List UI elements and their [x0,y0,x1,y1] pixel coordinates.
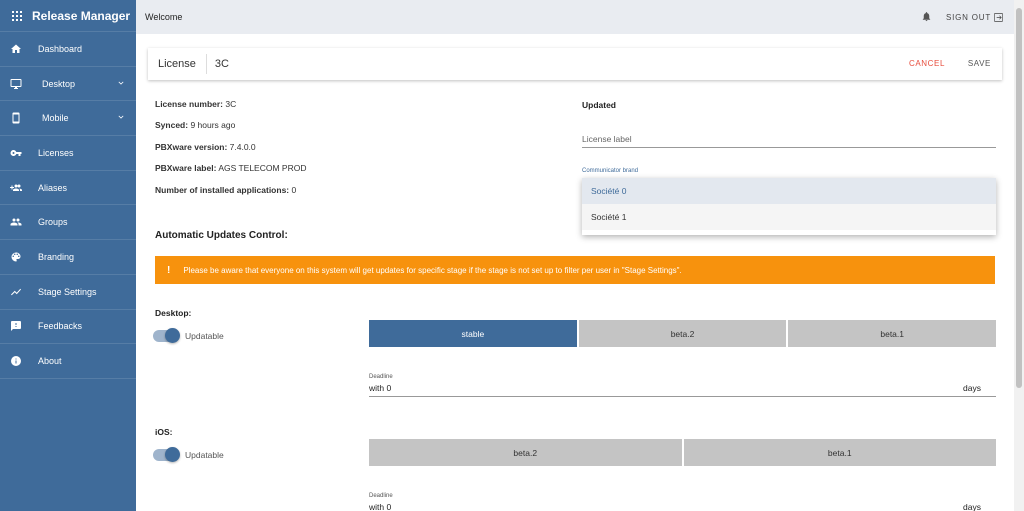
sidebar-item-label: Branding [38,251,75,262]
ios-stage-selector: beta.2 beta.1 [369,439,996,466]
sidebar-item-label: Licenses [38,147,74,158]
feedback-icon [9,319,23,333]
warning-text: Please be aware that everyone on this sy… [183,265,682,275]
deadline-unit: days [963,383,981,393]
deadline-value: with 0 [369,502,392,511]
sidebar-item-label: Aliases [38,182,68,193]
palette-icon [9,250,23,264]
trending-icon [9,285,23,299]
license-header-card: License 3C CANCEL SAVE [148,48,1002,80]
page-scrollbar[interactable] [1014,0,1024,511]
license-number-row: License number: 3C [155,99,236,109]
ios-updatable-toggle[interactable]: Updatable [153,447,224,462]
sign-out-button[interactable]: SIGN OUT [946,0,1004,34]
updated-label: Updated [582,100,616,110]
app-title: Release Manager [32,8,131,23]
communicator-brand-label: Communicator brand [582,168,639,174]
chevron-down-icon[interactable] [116,78,126,90]
sidebar-item-label: About [38,356,62,367]
brand-option[interactable]: Société 0 [582,178,996,204]
synced-row: Synced: 9 hours ago [155,120,235,130]
info-icon [9,354,23,368]
sidebar-item-label: Dashboard [38,43,83,54]
header-value: 3C [214,58,229,70]
stage-button-beta-2[interactable]: beta.2 [369,439,682,466]
sidebar-item-desktop[interactable]: Desktop [0,67,136,102]
stage-button-beta-2[interactable]: beta.2 [578,320,787,347]
monitor-icon [9,77,23,91]
pbx-label-value: AGS TELECOM PROD [216,163,307,173]
desktop-deadline-field[interactable]: with 0 days [369,383,996,397]
sidebar-item-groups[interactable]: Groups [0,205,136,241]
apps-grid-icon [12,10,22,21]
sidebar-item-licenses[interactable]: Licenses [0,136,136,171]
license-number-value: 3C [223,99,237,109]
app-brand[interactable]: Release Manager [0,0,136,32]
desktop-updatable-toggle[interactable]: Updatable [153,328,224,343]
stage-button-stable[interactable]: stable [369,320,577,347]
sidebar: Release Manager Dashboard Desktop Mobile… [0,0,136,511]
stage-button-beta-1[interactable]: beta.1 [683,439,996,466]
pbx-version-label: PBXware version: [155,142,228,152]
sign-out-label: SIGN OUT [946,12,992,22]
synced-value: 9 hours ago [188,120,236,130]
desktop-stage-selector: stable beta.2 beta.1 [369,320,997,347]
chevron-down-icon[interactable] [116,112,126,124]
toggle-label: Updatable [185,450,224,460]
exit-icon [994,12,1004,22]
main-content: License 3C CANCEL SAVE License number: 3… [136,34,1014,511]
toggle-switch[interactable] [153,447,180,462]
sidebar-item-label: Desktop [42,78,76,89]
key-icon [9,146,23,160]
sidebar-item-branding[interactable]: Branding [0,240,136,275]
pbx-label-row: PBXware label: AGS TELECOM PROD [155,163,306,173]
pbx-label-label: PBXware label: [155,163,217,173]
desktop-deadline-label: Deadline [369,374,393,380]
sidebar-item-label: Mobile [42,113,69,124]
installed-apps-label: Number of installed applications: [155,185,290,195]
toggle-switch[interactable] [153,328,180,343]
sidebar-item-stage-settings[interactable]: Stage Settings [0,275,136,310]
header-label: License [148,54,207,74]
sidebar-item-mobile[interactable]: Mobile [0,101,136,137]
ios-deadline-label: Deadline [369,493,393,499]
ios-label: iOS: [155,427,173,437]
toggle-label: Updatable [185,331,224,341]
license-label-field[interactable]: License label [582,134,996,148]
sidebar-item-label: Feedbacks [38,321,83,332]
license-number-label: License number: [155,99,224,109]
top-bar: Welcome SIGN OUT [136,0,1014,34]
people-icon [9,215,23,229]
save-button[interactable]: SAVE [968,59,991,68]
stage-button-beta-1[interactable]: beta.1 [788,320,997,347]
sidebar-item-dashboard[interactable]: Dashboard [0,32,136,67]
communicator-brand-dropdown[interactable]: Société 0 Société 1 [582,178,996,235]
welcome-text: Welcome [145,12,183,22]
brand-option[interactable]: Société 1 [582,204,996,230]
warning-icon: ! [167,264,171,276]
sidebar-item-label: Groups [38,217,68,228]
cancel-button[interactable]: CANCEL [909,59,945,68]
installed-apps-row: Number of installed applications: 0 [155,185,296,195]
home-icon [9,42,23,56]
warning-banner: ! Please be aware that everyone on this … [155,256,995,284]
deadline-value: with 0 [369,383,392,393]
synced-label: Synced: [155,120,189,130]
sidebar-item-feedbacks[interactable]: Feedbacks [0,310,136,345]
sidebar-item-about[interactable]: About [0,344,136,379]
deadline-unit: days [963,502,981,511]
updates-section-title: Automatic Updates Control: [155,230,288,241]
sidebar-item-aliases[interactable]: Aliases [0,171,136,206]
pbx-version-value: 7.4.0.0 [227,142,256,152]
pbx-version-row: PBXware version: 7.4.0.0 [155,142,256,152]
scrollbar-thumb[interactable] [1016,8,1022,388]
bell-icon[interactable] [921,11,932,24]
desktop-label: Desktop: [155,308,192,318]
sidebar-item-label: Stage Settings [38,286,97,297]
group-add-icon [9,181,23,195]
phone-icon [9,111,23,125]
ios-deadline-field[interactable]: with 0 days [369,502,996,511]
installed-apps-value: 0 [289,185,297,195]
